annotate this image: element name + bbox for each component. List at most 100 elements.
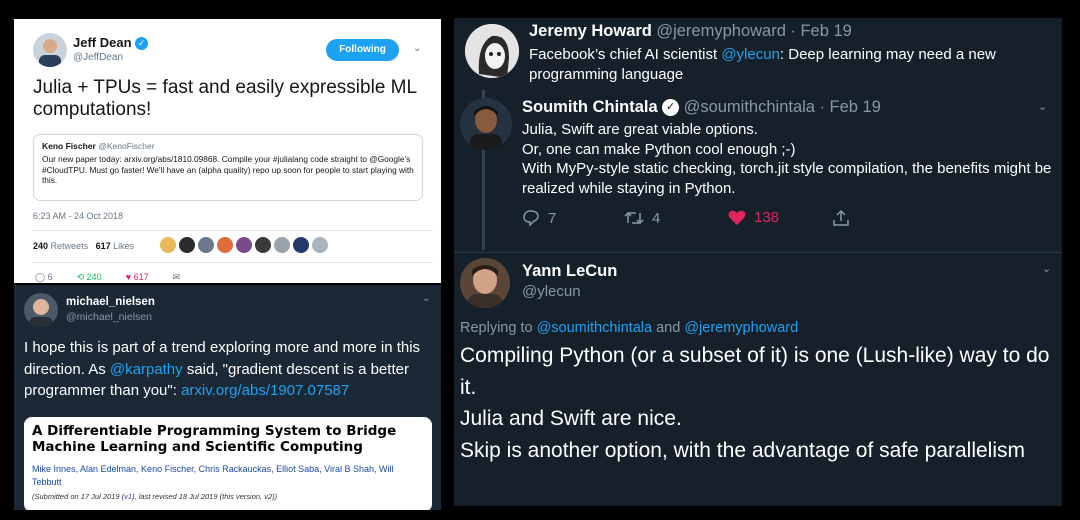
- timestamp[interactable]: 6:23 AM - 24 Oct 2018: [33, 211, 123, 221]
- reply-count: 7: [548, 209, 557, 227]
- tweet-text: I hope this is part of a trend exploring…: [24, 337, 434, 402]
- tweet-date[interactable]: · Feb 19: [819, 98, 880, 116]
- retweet-button[interactable]: ⟲ 240: [77, 272, 102, 283]
- quoted-tweet[interactable]: Keno Fischer @KenoFischer Our new paper …: [33, 134, 423, 201]
- share-icon: [833, 209, 849, 226]
- chevron-down-icon[interactable]: ⌄: [413, 43, 421, 54]
- like-count: 138: [754, 209, 780, 226]
- replying-to: Replying to @soumithchintala and @jeremy…: [460, 320, 798, 336]
- v1-link[interactable]: v1: [124, 492, 132, 501]
- tweet-line: Julia, Swift are great viable options.: [522, 121, 758, 138]
- card-title: A Differentiable Programming System to B…: [32, 423, 397, 455]
- likes-label[interactable]: Likes: [113, 241, 134, 251]
- tweet-jeff-dean: Jeff Dean ✓ @JeffDean Following ⌄ Julia …: [14, 19, 441, 283]
- liker-avatar[interactable]: [255, 237, 271, 253]
- envelope-icon: ✉: [172, 272, 181, 282]
- divider: [33, 262, 433, 263]
- liker-avatar[interactable]: [179, 237, 195, 253]
- retweet-button[interactable]: 4: [624, 209, 660, 227]
- author-name[interactable]: michael_nielsen: [66, 296, 155, 308]
- reply-button[interactable]: 7: [522, 209, 556, 227]
- card-submitted-info: (Submitted on 17 Jul 2019 (v1), last rev…: [32, 492, 424, 501]
- author-handle[interactable]: @ylecun: [522, 283, 581, 300]
- tweet-text-part: Facebook’s chief AI scientist: [529, 46, 722, 63]
- avatar-jeff-dean[interactable]: [33, 33, 67, 67]
- divider: [454, 252, 1062, 253]
- tweet-text: Facebook’s chief AI scientist @ylecun: D…: [529, 45, 1054, 85]
- arxiv-link[interactable]: arxiv.org/abs/1907.07587: [181, 382, 349, 399]
- card-authors: Mike Innes, Alan Edelman, Keno Fischer, …: [32, 464, 394, 487]
- mention-ylecun-link[interactable]: @ylecun: [721, 46, 780, 63]
- liker-avatar[interactable]: [160, 237, 176, 253]
- liker-avatar[interactable]: [293, 237, 309, 253]
- retweets-label[interactable]: Retweets: [51, 241, 89, 251]
- author-handle[interactable]: @soumithchintala: [684, 98, 815, 116]
- retweet-count: 240: [86, 272, 102, 282]
- tweet-text: Compiling Python (or a subset of it) is …: [460, 340, 1056, 466]
- like-button[interactable]: ♥ 617: [126, 272, 149, 283]
- author-handle[interactable]: @jeremyphoward: [656, 22, 786, 40]
- verified-badge-icon: ✓: [135, 37, 149, 51]
- avatar-michael-nielsen[interactable]: [24, 293, 58, 327]
- like-count: 617: [133, 272, 149, 282]
- submitted-prefix: (Submitted on 17 Jul 2019 (: [32, 492, 125, 501]
- heart-icon: ♥: [125, 272, 132, 282]
- reply-icon: [523, 210, 539, 227]
- tweet-thread: Jeremy Howard @jeremyphoward · Feb 19 Fa…: [454, 18, 1062, 506]
- reply-count: 6: [47, 272, 53, 282]
- reply-icon: ◯: [35, 272, 46, 282]
- liker-avatar[interactable]: [198, 237, 214, 253]
- quote-text: Our new paper today: arxiv.org/abs/1810.…: [42, 154, 414, 185]
- chevron-down-icon[interactable]: ⌄: [422, 293, 430, 304]
- retweet-icon: ⟲: [76, 272, 85, 282]
- liker-avatar[interactable]: [312, 237, 328, 253]
- action-bar: ◯ 6 ⟲ 240 ♥ 617 ✉: [35, 272, 180, 283]
- like-button[interactable]: 138: [728, 209, 779, 226]
- mention-karpathy-link[interactable]: @karpathy: [110, 361, 183, 378]
- chevron-down-icon[interactable]: ⌄: [1042, 262, 1051, 275]
- tweet-line: Or, one can make Python cool enough ;-): [522, 140, 796, 158]
- divider: [33, 230, 433, 231]
- mention-soumithchintala-link[interactable]: @soumithchintala: [537, 320, 652, 336]
- tweet-text: Julia, Swift are great viable options. O…: [522, 120, 1052, 198]
- author-name[interactable]: Jeff Dean: [73, 35, 132, 50]
- mention-jeremyphoward-link[interactable]: @jeremyphoward: [684, 320, 798, 336]
- verified-badge-icon: ✓: [662, 99, 680, 117]
- link-preview-card[interactable]: A Differentiable Programming System to B…: [24, 417, 432, 510]
- replying-and: and: [652, 320, 685, 336]
- liker-avatars: [160, 237, 328, 253]
- quote-author-handle: @KenoFischer: [98, 141, 155, 151]
- retweets-count[interactable]: 240: [33, 241, 48, 251]
- tweet-michael-nielsen: michael_nielsen @michael_nielsen ⌄ I hop…: [14, 285, 441, 510]
- tweet-line: Skip is another option, with the advanta…: [460, 438, 1026, 462]
- quote-author-name: Keno Fischer: [42, 141, 96, 151]
- tweet-line: Compiling Python (or a subset of it) is …: [460, 344, 1050, 399]
- avatar-jeremy-howard[interactable]: [465, 24, 519, 78]
- tweet-text: Julia + TPUs = fast and easily expressib…: [33, 77, 417, 120]
- engagement-stats: 240 Retweets 617 Likes: [33, 241, 134, 251]
- liker-avatar[interactable]: [217, 237, 233, 253]
- likes-count[interactable]: 617: [96, 241, 111, 251]
- following-button[interactable]: Following: [326, 39, 399, 61]
- avatar-yann-lecun[interactable]: [460, 258, 510, 308]
- author-name[interactable]: Jeremy Howard: [529, 22, 652, 40]
- retweet-icon: [624, 211, 644, 225]
- author-name[interactable]: Yann LeCun: [522, 262, 617, 281]
- author-handle[interactable]: @michael_nielsen: [66, 311, 152, 323]
- tweet-line: With MyPy-style static checking, torch.j…: [522, 160, 1052, 197]
- heart-icon: [728, 210, 746, 225]
- liker-avatar[interactable]: [274, 237, 290, 253]
- tweet-line: Julia and Swift are nice.: [460, 407, 682, 430]
- avatar-soumith-chintala[interactable]: [460, 98, 512, 150]
- author-handle[interactable]: @JeffDean: [73, 52, 123, 63]
- liker-avatar[interactable]: [236, 237, 252, 253]
- chevron-down-icon[interactable]: ⌄: [1038, 100, 1047, 113]
- author-name[interactable]: Soumith Chintala: [522, 98, 658, 116]
- retweet-count: 4: [652, 209, 661, 227]
- share-button[interactable]: [832, 209, 850, 227]
- tweet-date[interactable]: · Feb 19: [790, 22, 851, 40]
- replying-to-label: Replying to: [460, 320, 537, 336]
- message-button[interactable]: ✉: [173, 272, 181, 283]
- reply-button[interactable]: ◯ 6: [35, 272, 53, 283]
- submitted-suffix: ), last revised 18 Jul 2019 (this versio…: [132, 492, 278, 501]
